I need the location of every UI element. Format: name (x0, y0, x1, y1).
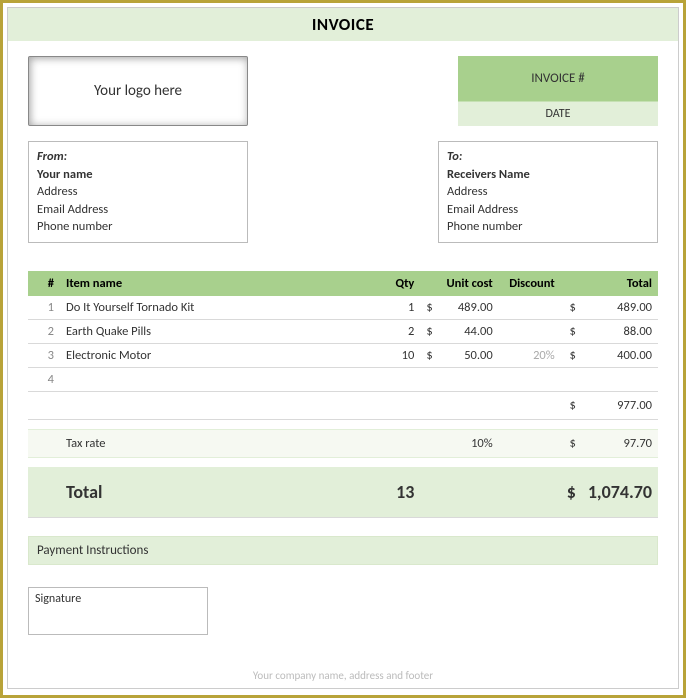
invoice-inner: INVOICE Your logo here INVOICE # DATE Fr… (7, 7, 679, 689)
table-row: 3Electronic Motor10$50.0020%$400.00 (28, 343, 658, 367)
signature-box[interactable]: Signature (28, 587, 208, 635)
total-currency: $ (561, 467, 582, 518)
row-discount: 20% (499, 343, 561, 367)
to-phone: Phone number (447, 218, 649, 236)
subtotal-row: $ 977.00 (28, 391, 658, 419)
col-total: Total (561, 271, 658, 296)
table-row: 2Earth Quake Pills2$44.00$88.00 (28, 319, 658, 343)
row-num: 2 (28, 319, 60, 343)
total-qty: 13 (372, 467, 420, 518)
total-row: Total 13 $ 1,074.70 (28, 467, 658, 518)
row-unit-cost: 44.00 (439, 319, 499, 343)
items-table: # Item name Qty Unit cost Discount Total… (28, 271, 658, 519)
row-num: 3 (28, 343, 60, 367)
row-qty: 2 (372, 319, 420, 343)
col-discount: Discount (499, 271, 561, 296)
tax-rate: 10% (420, 429, 498, 457)
address-row: From: Your name Address Email Address Ph… (8, 126, 678, 243)
row-item-name (60, 367, 372, 391)
row-num: 4 (28, 367, 60, 391)
row-qty: 10 (372, 343, 420, 367)
items-table-wrap: # Item name Qty Unit cost Discount Total… (8, 243, 678, 519)
from-name: Your name (37, 166, 239, 184)
row-qty: 1 (372, 296, 420, 320)
row-item-name: Do It Yourself Tornado Kit (60, 296, 372, 320)
to-email: Email Address (447, 201, 649, 219)
row-discount (499, 367, 561, 391)
logo-placeholder[interactable]: Your logo here (28, 56, 248, 126)
col-unit: Unit cost (420, 271, 498, 296)
to-name: Receivers Name (447, 166, 649, 184)
total-value: 1,074.70 (582, 467, 658, 518)
row-item-name: Earth Quake Pills (60, 319, 372, 343)
total-label: Total (60, 467, 372, 518)
tax-label: Tax rate (60, 429, 372, 457)
to-address: Address (447, 183, 649, 201)
invoice-page: INVOICE Your logo here INVOICE # DATE Fr… (0, 0, 686, 698)
row-total-currency: $ (561, 296, 582, 320)
page-title: INVOICE (8, 8, 678, 41)
row-unit-cost (439, 367, 499, 391)
row-item-name: Electronic Motor (60, 343, 372, 367)
row-num: 1 (28, 296, 60, 320)
invoice-meta: INVOICE # DATE (458, 56, 658, 126)
from-heading: From: (37, 148, 239, 166)
table-header-row: # Item name Qty Unit cost Discount Total (28, 271, 658, 296)
row-unit-cost: 489.00 (439, 296, 499, 320)
invoice-date-label: DATE (458, 101, 658, 126)
row-total: 88.00 (582, 319, 658, 343)
row-discount (499, 296, 561, 320)
to-heading: To: (447, 148, 649, 166)
subtotal-value: 977.00 (582, 391, 658, 419)
row-unit-currency (420, 367, 438, 391)
row-total-currency: $ (561, 343, 582, 367)
row-qty (372, 367, 420, 391)
from-phone: Phone number (37, 218, 239, 236)
row-unit-currency: $ (420, 296, 438, 320)
from-address: Address (37, 183, 239, 201)
row-total: 489.00 (582, 296, 658, 320)
col-num: # (28, 271, 60, 296)
tax-value: 97.70 (582, 429, 658, 457)
subtotal-currency: $ (561, 391, 582, 419)
header-row: Your logo here INVOICE # DATE (8, 41, 678, 126)
row-unit-currency: $ (420, 319, 438, 343)
row-total-currency (561, 367, 582, 391)
to-box[interactable]: To: Receivers Name Address Email Address… (438, 141, 658, 243)
table-row: 4 (28, 367, 658, 391)
row-unit-currency: $ (420, 343, 438, 367)
col-item: Item name (60, 271, 372, 296)
payment-instructions[interactable]: Payment Instructions (28, 536, 658, 565)
row-total: 400.00 (582, 343, 658, 367)
tax-row: Tax rate 10% $ 97.70 (28, 429, 658, 457)
footer-text: Your company name, address and footer (8, 669, 678, 682)
table-row: 1Do It Yourself Tornado Kit1$489.00$489.… (28, 296, 658, 320)
col-qty: Qty (372, 271, 420, 296)
row-total (582, 367, 658, 391)
tax-currency: $ (561, 429, 582, 457)
row-discount (499, 319, 561, 343)
from-box[interactable]: From: Your name Address Email Address Ph… (28, 141, 248, 243)
from-email: Email Address (37, 201, 239, 219)
invoice-number-label: INVOICE # (458, 56, 658, 101)
row-total-currency: $ (561, 319, 582, 343)
row-unit-cost: 50.00 (439, 343, 499, 367)
